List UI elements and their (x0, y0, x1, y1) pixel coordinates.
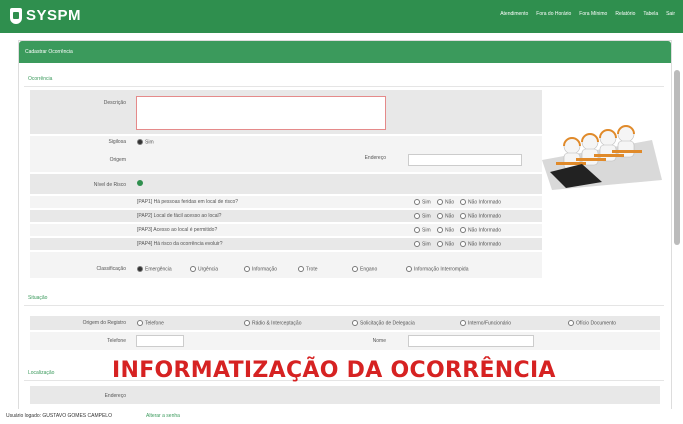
origem-registro-label: Origem do Registro (82, 320, 126, 326)
question-2: [PAP2] Local de fácil acesso ao local? (137, 213, 222, 219)
descricao-field[interactable] (136, 96, 386, 130)
shield-icon (10, 7, 22, 24)
section-ocorrencia: Ocorrência (28, 76, 53, 82)
section-localizacao: Localização (28, 370, 55, 376)
nav-item-relatorio[interactable]: Relatório (615, 11, 635, 17)
logged-user: Usuário logado: GUSTAVO GOMES CAMPELO (6, 413, 112, 419)
question-4: [PAP4] Há risco da ocorrência evoluir? (137, 241, 223, 247)
classificacao-label: Classificação (96, 266, 126, 272)
origem-interno[interactable]: Interno/Funcionário (460, 320, 511, 326)
radio-icon (137, 139, 143, 145)
scrollbar[interactable] (674, 70, 680, 245)
answer-sim[interactable]: Sim (414, 199, 431, 205)
origem-delegacia[interactable]: Solicitação de Delegacia (352, 320, 415, 326)
classificacao-info-interrompida[interactable]: Informação Interrompida (406, 266, 468, 272)
divider (24, 86, 664, 87)
classificacao-trote[interactable]: Trote (298, 266, 317, 272)
answer-nao-informado[interactable]: Não Informado (460, 241, 501, 247)
classificacao-engano[interactable]: Engano (352, 266, 377, 272)
origem-oficio[interactable]: Ofício Documento (568, 320, 616, 326)
answer-nao-informado[interactable]: Não Informado (460, 213, 501, 219)
origem-label: Origem (109, 157, 126, 163)
nivel-label: Nível de Risco (93, 182, 126, 188)
origem-radio[interactable]: Rádio & Interceptação (244, 320, 301, 326)
nav-item-fora-horario[interactable]: Fora do Horário (536, 11, 571, 17)
panel-header: Cadastrar Ocorrência (19, 41, 671, 63)
main-nav: Atendimento Fora do Horário Fora Mínimo … (500, 11, 675, 17)
answer-nao[interactable]: Não (437, 241, 454, 247)
row-classificacao (30, 252, 542, 278)
telefone-label: Telefone (107, 338, 126, 344)
app-title: SYSPM (26, 7, 82, 24)
call-center-illustration (542, 120, 662, 190)
nome-label: Nome (372, 338, 386, 344)
nav-item-tabela[interactable]: Tabela (643, 11, 658, 17)
endereco-label: Endereço (364, 155, 386, 161)
footer: Usuário logado: GUSTAVO GOMES CAMPELO Al… (0, 409, 683, 424)
sigilosa-radio[interactable]: Sim (137, 139, 154, 145)
answer-sim[interactable]: Sim (414, 241, 431, 247)
risk-indicator-icon (137, 180, 143, 186)
descricao-label: Descrição (103, 100, 126, 106)
question-1: [PAP1] Há pessoas feridas em local de ri… (137, 199, 239, 205)
answer-nao[interactable]: Não (437, 213, 454, 219)
origem-telefone[interactable]: Telefone (137, 320, 164, 326)
change-password-link[interactable]: Alterar a senha (146, 413, 180, 419)
endereco2-label: Endereço (104, 393, 126, 399)
answer-nao[interactable]: Não (437, 227, 454, 233)
nav-item-fora-minimo[interactable]: Fora Mínimo (579, 11, 607, 17)
sigilosa-value: Sim (145, 139, 154, 146)
telefone-input[interactable] (136, 335, 184, 347)
page-title: Cadastrar Ocorrência (25, 49, 73, 55)
top-bar: SYSPM Atendimento Fora do Horário Fora M… (0, 0, 683, 33)
answer-nao-informado[interactable]: Não Informado (460, 199, 501, 205)
app-logo[interactable]: SYSPM (10, 7, 81, 24)
classificacao-informacao[interactable]: Informação (244, 266, 277, 272)
question-3: [PAP3] Acesso ao local é permitido? (137, 227, 218, 233)
answer-nao-informado[interactable]: Não Informado (460, 227, 501, 233)
classificacao-urgencia[interactable]: Urgência (190, 266, 218, 272)
nome-input[interactable] (408, 335, 534, 347)
sigilosa-label: Sigilosa (108, 139, 126, 145)
answer-nao[interactable]: Não (437, 199, 454, 205)
section-situacao: Situação (28, 295, 48, 301)
divider (24, 305, 664, 306)
answer-sim[interactable]: Sim (414, 213, 431, 219)
classificacao-emergencia[interactable]: Emergência (137, 266, 172, 272)
endereco-input[interactable] (408, 154, 522, 166)
nav-item-sair[interactable]: Sair (666, 11, 675, 17)
overlay-caption: INFORMATIZAÇÃO DA OCORRÊNCIA (112, 358, 556, 383)
nav-item-atendimento[interactable]: Atendimento (500, 11, 528, 17)
answer-sim[interactable]: Sim (414, 227, 431, 233)
